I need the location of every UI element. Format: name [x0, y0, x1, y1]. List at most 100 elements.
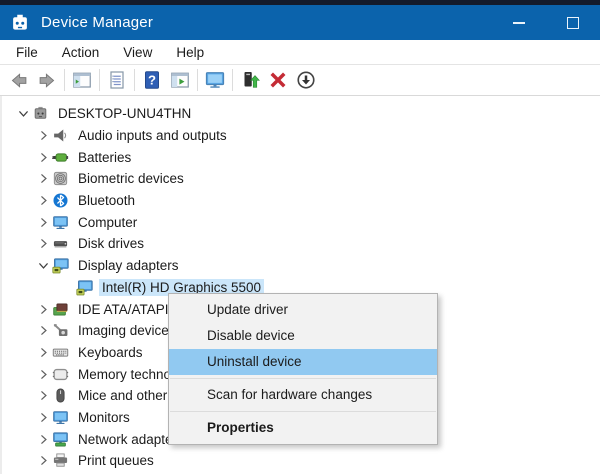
menu-view[interactable]: View	[111, 45, 164, 60]
expand-chevron-icon[interactable]	[34, 128, 52, 144]
forward-button[interactable]	[33, 67, 61, 93]
properties-panel-button[interactable]	[103, 67, 131, 93]
expand-chevron-icon[interactable]	[34, 149, 52, 165]
expand-chevron-icon[interactable]	[34, 366, 52, 382]
console-tree-icon	[72, 70, 92, 90]
network-adapter-icon	[52, 431, 69, 448]
expand-chevron-icon[interactable]	[34, 344, 52, 360]
tree-item-label: Audio inputs and outputs	[75, 127, 230, 144]
tree-item-biometric-devices[interactable]: Biometric devices	[2, 168, 600, 190]
toolbar-separator	[64, 69, 65, 91]
uninstall-device-button[interactable]	[264, 67, 292, 93]
memory-device-icon	[52, 366, 69, 383]
expand-chevron-icon[interactable]	[34, 193, 52, 209]
context-menu-item-scan-for-hardware-changes[interactable]: Scan for hardware changes	[169, 382, 437, 408]
toolbar-separator	[232, 69, 233, 91]
tree-item-bluetooth[interactable]: Bluetooth	[2, 190, 600, 212]
expand-chevron-icon[interactable]	[34, 323, 52, 339]
toolbar-separator	[134, 69, 135, 91]
tree-item-disk-drives[interactable]: Disk drives	[2, 233, 600, 255]
context-menu-item-uninstall-device[interactable]: Uninstall device	[169, 349, 437, 375]
minimize-button[interactable]	[502, 5, 536, 40]
expand-chevron-icon[interactable]	[34, 388, 52, 404]
menubar: File Action View Help	[0, 40, 600, 65]
tree-item-audio-inputs-and-outputs[interactable]: Audio inputs and outputs	[2, 125, 600, 147]
window-title: Device Manager	[41, 14, 153, 31]
monitor-icon	[52, 409, 69, 426]
tree-item-label: Computer	[75, 214, 140, 231]
context-menu-separator	[170, 411, 436, 412]
context-menu-item-disable-device[interactable]: Disable device	[169, 323, 437, 349]
toolbar-separator	[197, 69, 198, 91]
forward-arrow-icon	[35, 71, 59, 90]
properties-doc-icon	[107, 70, 127, 90]
context-menu-separator	[170, 378, 436, 379]
expand-chevron-icon[interactable]	[34, 171, 52, 187]
display-adapter-icon	[76, 279, 93, 296]
context-menu: Update driver Disable device Uninstall d…	[168, 293, 438, 445]
toolbar	[0, 65, 600, 96]
tree-item-batteries[interactable]: Batteries	[2, 146, 600, 168]
red-x-icon	[268, 70, 288, 90]
collapse-chevron-icon[interactable]	[14, 106, 32, 122]
tree-item-label: Bluetooth	[75, 192, 138, 209]
maximize-button[interactable]	[556, 5, 590, 40]
minimize-icon	[513, 22, 525, 24]
mouse-icon	[52, 387, 69, 404]
speaker-icon	[52, 127, 69, 144]
tree-item-label: Biometric devices	[75, 170, 187, 187]
device-manager-app-icon	[9, 12, 31, 34]
action-pane-button[interactable]	[166, 67, 194, 93]
ide-controller-icon	[52, 301, 69, 318]
disk-drive-icon	[52, 235, 69, 252]
tree-item-print-queues[interactable]: Print queues	[2, 450, 600, 472]
tree-item-computer[interactable]: Computer	[2, 211, 600, 233]
tree-item-label: Monitors	[75, 409, 133, 426]
expand-chevron-icon[interactable]	[34, 214, 52, 230]
collapse-chevron-icon[interactable]	[34, 258, 52, 274]
tree-item-label: Display adapters	[75, 257, 182, 274]
battery-icon	[52, 149, 69, 166]
update-driver-icon	[240, 70, 260, 90]
show-console-tree-button[interactable]	[68, 67, 96, 93]
keyboard-icon	[52, 344, 69, 361]
context-menu-item-properties[interactable]: Properties	[169, 415, 437, 441]
printer-icon	[52, 452, 69, 469]
menu-help[interactable]: Help	[164, 45, 216, 60]
tree-item-display-adapters[interactable]: Display adapters	[2, 255, 600, 277]
back-button[interactable]	[5, 67, 33, 93]
chevron-spacer	[58, 279, 76, 295]
expand-chevron-icon[interactable]	[34, 236, 52, 252]
disable-device-button[interactable]	[292, 67, 320, 93]
expand-chevron-icon[interactable]	[34, 431, 52, 447]
tree-item-label: DESKTOP-UNU4THN	[55, 105, 194, 122]
tree-item-label: Keyboards	[75, 344, 146, 361]
display-adapter-icon	[52, 257, 69, 274]
menu-action[interactable]: Action	[50, 45, 112, 60]
imaging-device-icon	[52, 322, 69, 339]
expand-chevron-icon[interactable]	[34, 453, 52, 469]
expand-chevron-icon[interactable]	[34, 301, 52, 317]
disable-down-arrow-icon	[296, 70, 316, 90]
toolbar-separator	[99, 69, 100, 91]
computer-root-icon	[32, 105, 49, 122]
help-button[interactable]	[138, 67, 166, 93]
fingerprint-icon	[52, 170, 69, 187]
titlebar: Device Manager	[0, 5, 600, 40]
back-arrow-icon	[7, 71, 31, 90]
monitor-icon	[52, 214, 69, 231]
menu-file[interactable]: File	[4, 45, 50, 60]
help-icon	[142, 70, 162, 90]
monitor-icon	[205, 70, 225, 90]
tree-item-label: Imaging devices	[75, 322, 179, 339]
devices-button[interactable]	[201, 67, 229, 93]
tree-item-desktop-unu4thn[interactable]: DESKTOP-UNU4THN	[2, 103, 600, 125]
tree-item-label: Batteries	[75, 149, 134, 166]
maximize-icon	[567, 17, 579, 29]
update-driver-button[interactable]	[236, 67, 264, 93]
expand-chevron-icon[interactable]	[34, 409, 52, 425]
tree-item-label: Print queues	[75, 452, 157, 469]
context-menu-item-update-driver[interactable]: Update driver	[169, 297, 437, 323]
tree-item-label: Disk drives	[75, 235, 147, 252]
bluetooth-icon	[52, 192, 69, 209]
